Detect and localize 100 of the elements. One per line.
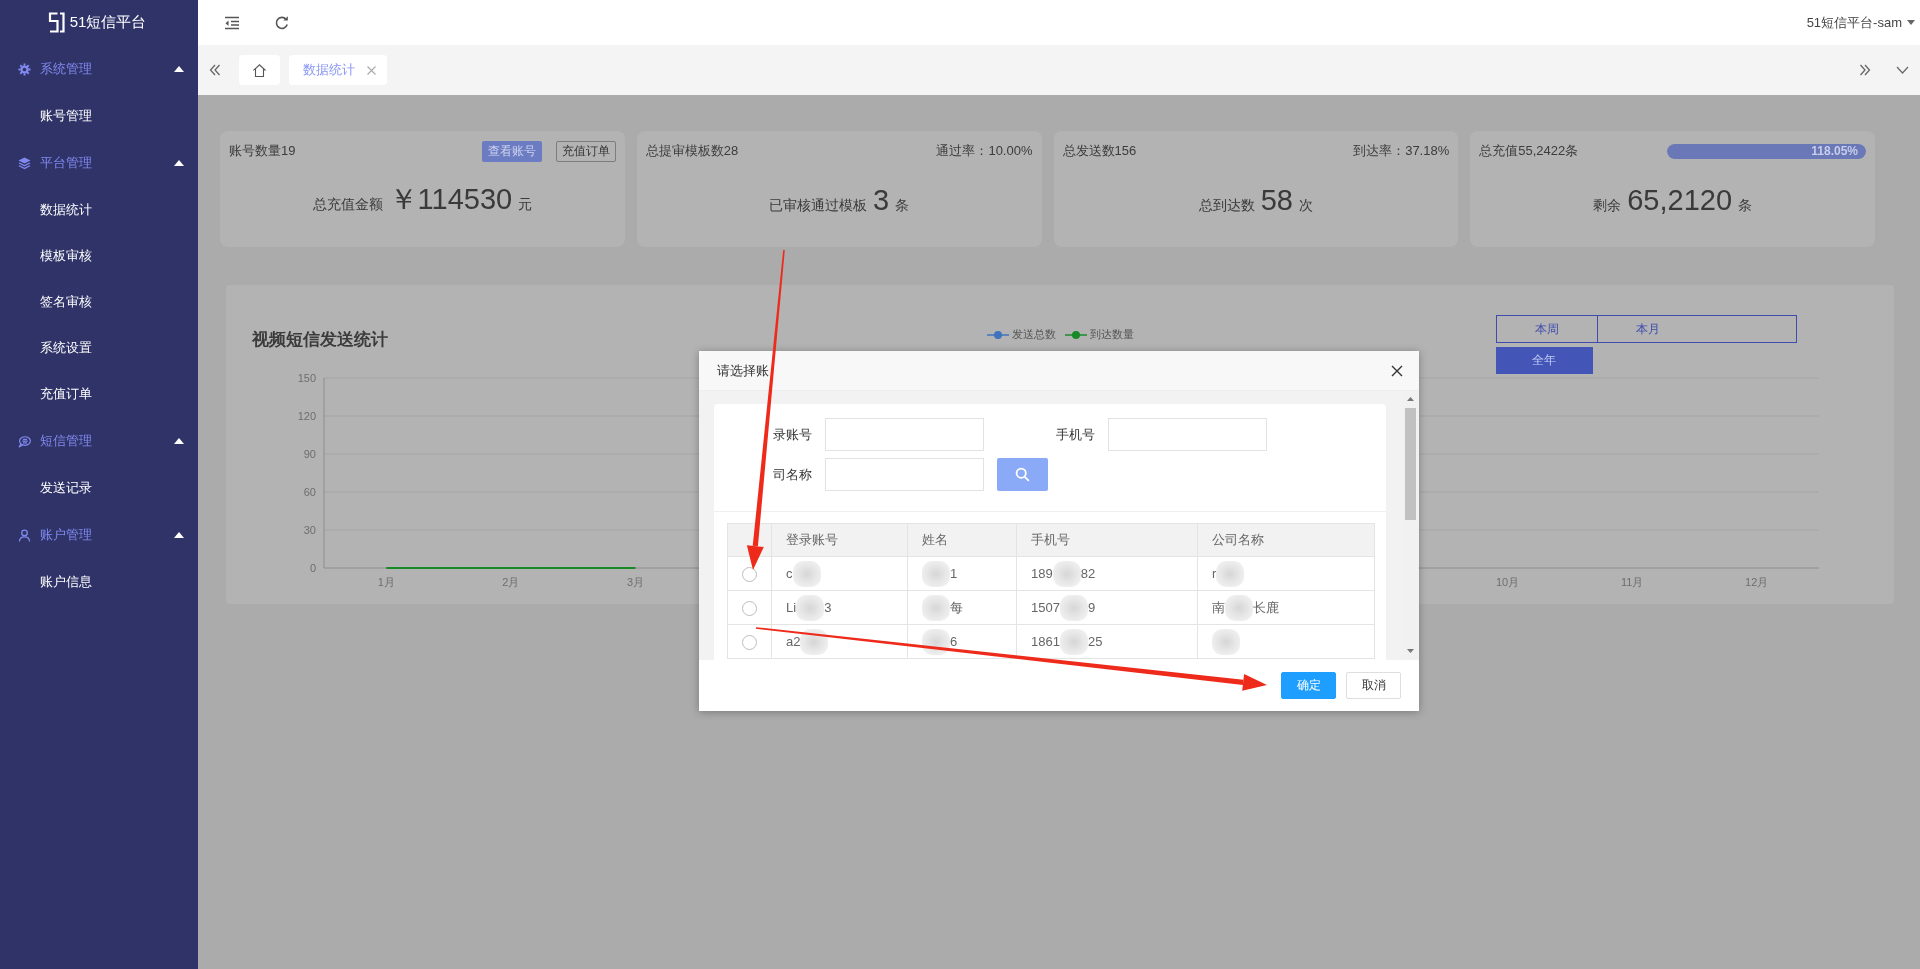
cell-text: 25	[1087, 635, 1103, 648]
double-chevron-right-icon[interactable]	[1859, 64, 1871, 76]
stat-label: 总充值金额	[312, 196, 383, 214]
stat-title: 总发送数156	[1062, 142, 1137, 160]
radio-button[interactable]	[742, 634, 757, 650]
stat-unit: 元	[518, 196, 533, 214]
menu-item[interactable]: 发送记录	[0, 465, 198, 511]
cell-text: 长鹿	[1253, 601, 1279, 614]
app-title: 51短信平台	[69, 13, 147, 32]
cell-text: 1861	[1031, 635, 1060, 648]
cell-text: 189	[1031, 567, 1053, 580]
axis-label: 3月	[626, 576, 644, 588]
menu-item[interactable]: 账号管理	[0, 93, 198, 139]
progress-label: 118.05%	[1811, 144, 1858, 158]
cell-text: r	[1212, 567, 1217, 580]
radio-button[interactable]	[742, 600, 757, 616]
arrow-up-icon[interactable]	[1406, 397, 1414, 401]
menu-item[interactable]: 签名审核	[0, 279, 198, 325]
menu-group[interactable]: 账户管理	[0, 511, 198, 559]
arrow-down-icon[interactable]	[1406, 649, 1414, 653]
menu-group[interactable]: 短信管理	[0, 417, 198, 465]
input-field[interactable]	[825, 458, 984, 491]
menu-item[interactable]: 模板审核	[0, 233, 198, 279]
legend-label: 发送总数	[1011, 327, 1056, 342]
logo-icon	[47, 12, 65, 33]
axis-label: 11月	[1620, 576, 1644, 588]
axis-label: 120	[297, 410, 316, 422]
range-tab[interactable]: 本周	[1495, 315, 1598, 343]
layers-icon	[18, 156, 31, 170]
menu-item[interactable]: 系统设置	[0, 325, 198, 371]
stat-title: 账号数量19	[229, 142, 296, 160]
axis-label: 12月	[1745, 576, 1769, 588]
stat-value: ￥114530	[388, 182, 513, 217]
stat-label: 剩余	[1593, 196, 1622, 215]
close-icon[interactable]	[1391, 364, 1403, 377]
indent-icon[interactable]	[224, 14, 240, 31]
cell-text: 82	[1080, 567, 1096, 580]
axis-label: 90	[303, 448, 316, 460]
cell-text: 南	[1212, 601, 1225, 614]
gear-icon	[18, 62, 31, 76]
input-field[interactable]	[1108, 418, 1267, 451]
dialog-button[interactable]: 取消	[1346, 672, 1401, 699]
stat-unit: 条	[1738, 196, 1753, 215]
column-header: 手机号	[1031, 532, 1070, 547]
stat-unit: 次	[1299, 196, 1313, 215]
axis-label: 1月	[377, 576, 395, 588]
stat-value: 65,2120	[1627, 183, 1733, 217]
chevron-down-icon[interactable]	[1896, 66, 1909, 74]
field-label: 录账号	[772, 425, 812, 444]
range-tab[interactable]: 全年	[1495, 347, 1593, 374]
menu-group[interactable]: 平台管理	[0, 139, 198, 187]
chart-title: 视频短信发送统计	[252, 329, 388, 351]
rate-text: 通过率：10.00%	[936, 142, 1033, 160]
menu-group[interactable]: 系统管理	[0, 45, 198, 93]
input-field[interactable]	[825, 418, 984, 451]
menu-item[interactable]: 数据统计	[0, 187, 198, 233]
cell-text: 9	[1087, 601, 1096, 614]
home-icon	[252, 62, 267, 78]
stat-label: 总到达数	[1198, 196, 1255, 215]
column-header: 登录账号	[786, 532, 838, 547]
axis-label: 60	[303, 486, 316, 498]
axis-label: 10月	[1495, 576, 1520, 588]
user-icon	[18, 528, 31, 542]
cell-text: 6	[950, 635, 958, 648]
search-icon	[1015, 467, 1030, 482]
search-button[interactable]	[997, 458, 1048, 491]
field-label: 司名称	[772, 465, 812, 484]
stat-label: 已审核通过模板	[769, 196, 868, 215]
refresh-icon[interactable]	[274, 14, 290, 31]
stat-title: 总提审模板数28	[645, 142, 739, 160]
scrollbar-thumb[interactable]	[1404, 408, 1416, 520]
menu-item[interactable]: 账户信息	[0, 559, 198, 605]
menu-item[interactable]: 充值订单	[0, 371, 198, 417]
column-header: 公司名称	[1212, 532, 1264, 547]
axis-label: 2月	[502, 576, 520, 588]
axis-label: 30	[303, 524, 316, 536]
field-label: 手机号	[1055, 425, 1095, 444]
stat-value: 3	[873, 183, 890, 217]
axis-label: 0	[309, 562, 316, 574]
home-tab[interactable]	[239, 55, 280, 85]
double-chevron-left-icon[interactable]	[209, 64, 221, 76]
stat-unit: 条	[895, 196, 910, 215]
chat-icon	[18, 434, 31, 448]
stat-value: 58	[1260, 183, 1293, 217]
radio-button[interactable]	[742, 566, 757, 582]
axis-label: 150	[297, 372, 316, 384]
cell-text: 1	[950, 567, 958, 580]
dialog-title: 请选择账	[717, 361, 769, 380]
range-tab[interactable]: 本月	[1596, 315, 1797, 343]
user-menu[interactable]: 51短信平台-sam	[1806, 13, 1902, 32]
card-button[interactable]: 充值订单	[555, 140, 616, 162]
legend-label: 到达数量	[1089, 327, 1134, 342]
column-header: 姓名	[922, 532, 948, 547]
cell-text: Li	[786, 601, 797, 614]
cell-text: a2	[786, 635, 801, 648]
cell-text: 每	[950, 601, 963, 614]
cell-text: c	[786, 567, 793, 580]
cell-text: 1507	[1031, 601, 1060, 614]
caret-down-icon[interactable]	[1907, 20, 1915, 25]
cell-text: 3	[824, 601, 832, 614]
